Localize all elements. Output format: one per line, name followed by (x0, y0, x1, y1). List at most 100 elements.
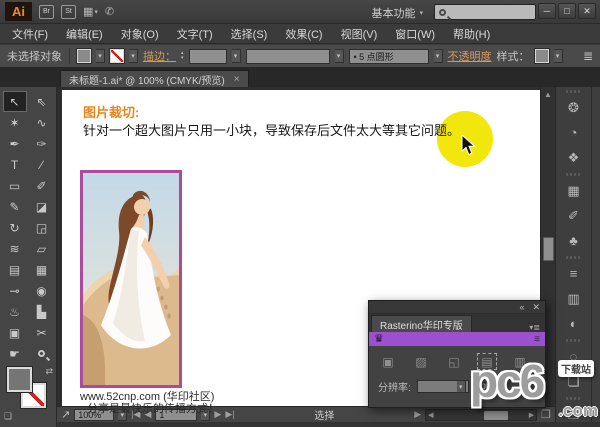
pencil-tool[interactable]: ✎ (3, 196, 27, 217)
share-icon[interactable]: ✆ (105, 5, 114, 18)
eyedropper-tool[interactable]: ⊸ (3, 280, 27, 301)
menu-edit[interactable]: 编辑(E) (57, 25, 112, 43)
color-guide-icon[interactable]: ❖ (559, 145, 589, 170)
minimize-button[interactable]: ─ (538, 3, 556, 19)
trim-image-icon[interactable]: ▥ (510, 353, 530, 370)
last-artboard-icon[interactable]: ▶| (225, 409, 234, 420)
pen-tool[interactable]: ✒ (3, 133, 27, 154)
width-profile-dropdown[interactable]: ▾ (335, 49, 344, 63)
lasso-tool[interactable]: ∿ (30, 112, 54, 133)
step-down-icon[interactable]: ▾ (181, 56, 184, 61)
hand-tool[interactable]: ☛ (3, 343, 27, 364)
brushes-icon[interactable]: ✐ (559, 203, 589, 228)
menu-object[interactable]: 对象(O) (112, 25, 168, 43)
brush-definition-dropdown[interactable]: ▾ (434, 49, 443, 63)
dock-grip-handle[interactable] (566, 90, 582, 93)
search-box[interactable] (434, 4, 536, 20)
horizontal-scrollbar[interactable]: ◀ ▶ (425, 409, 537, 421)
menu-select[interactable]: 选择(S) (222, 25, 277, 43)
stroke-color-swatch[interactable] (110, 49, 124, 63)
scroll-right-icon[interactable]: ▶ (529, 411, 534, 419)
stock-icon[interactable]: St (61, 5, 76, 19)
maximize-button[interactable]: □ (558, 3, 576, 19)
swap-fill-stroke-icon[interactable]: ⇄ (45, 366, 53, 377)
artboard-tool[interactable]: ▣ (3, 322, 27, 343)
menu-help[interactable]: 帮助(H) (444, 25, 499, 43)
workspace-switcher[interactable]: 基本功能 ▾ (366, 4, 428, 22)
menu-effect[interactable]: 效果(C) (276, 25, 331, 43)
embed-image-icon[interactable]: ▣ (378, 353, 398, 370)
document-tab[interactable]: 未标题-1.ai* @ 100% (CMYK/预览) × (60, 70, 249, 87)
gradient-icon[interactable]: ▥ (559, 286, 589, 311)
stroke-icon[interactable]: ≡ (559, 261, 589, 286)
column-graph-tool[interactable]: ▙ (30, 301, 54, 322)
perspective-grid-tool[interactable]: ▤ (3, 259, 27, 280)
close-button[interactable]: ✕ (578, 3, 596, 19)
menu-file[interactable]: 文件(F) (3, 25, 57, 43)
menu-view[interactable]: 视图(V) (332, 25, 387, 43)
default-fill-stroke-icon[interactable]: ❏ (4, 411, 12, 422)
width-profile-field[interactable] (246, 49, 330, 64)
zoom-tool[interactable] (30, 343, 54, 364)
panel-menu-icon[interactable]: ▾≣ (529, 323, 545, 332)
scale-tool[interactable]: ◲ (30, 217, 54, 238)
dock-grip-handle[interactable] (566, 339, 582, 342)
bridge-icon[interactable]: Br (39, 5, 54, 19)
dock-grip-handle[interactable] (566, 173, 582, 176)
curvature-pen-tool[interactable]: ✑ (30, 133, 54, 154)
stroke-color-dropdown[interactable]: ▾ (129, 49, 138, 63)
appearance-icon[interactable]: ◌ (559, 344, 589, 369)
line-tool[interactable]: ∕ (30, 154, 54, 175)
rotate-tool[interactable]: ↻ (3, 217, 27, 238)
close-tab-icon[interactable]: × (234, 74, 240, 85)
close-panel-icon[interactable]: ✕ (532, 302, 540, 313)
stroke-panel-link[interactable]: 描边： (143, 48, 176, 64)
control-panel-menu-icon[interactable]: ≣ (583, 49, 593, 63)
transparency-icon[interactable]: ◐ (559, 311, 589, 336)
magic-wand-tool[interactable]: ✶ (3, 112, 27, 133)
stroke-weight-stepper[interactable]: ▴ ▾ (181, 51, 184, 61)
fill-color-dropdown[interactable]: ▾ (96, 49, 105, 63)
opacity-panel-link[interactable]: 不透明度 (448, 48, 492, 64)
fill-swatch[interactable] (7, 367, 32, 392)
placed-photo[interactable] (80, 170, 182, 388)
blend-tool[interactable]: ◉ (30, 280, 54, 301)
style-swatch[interactable] (535, 49, 549, 63)
hamburger-menu-icon[interactable]: ≡ (534, 334, 540, 345)
dock-grip-handle[interactable] (566, 256, 582, 259)
eraser-tool[interactable]: ◪ (30, 196, 54, 217)
graphic-styles-icon[interactable]: ❏ (559, 369, 589, 394)
paintbrush-tool[interactable]: ✐ (30, 175, 54, 196)
symbols-icon[interactable]: ♣ (559, 228, 589, 253)
edit-image-icon[interactable]: ▨ (411, 353, 431, 370)
panel-tab-rasterino[interactable]: Rasterino华印专版 (371, 315, 472, 332)
collapse-panel-icon[interactable]: « (519, 302, 524, 312)
brush-definition-field[interactable]: • 5 点圆形 (349, 49, 429, 64)
search-input[interactable] (449, 7, 531, 18)
free-transform-tool[interactable]: ▱ (30, 238, 54, 259)
color-panel-icon[interactable]: ❂ (559, 95, 589, 120)
symbol-sprayer-tool[interactable]: ♨ (3, 301, 27, 322)
stroke-weight-dropdown[interactable]: ▾ (232, 49, 241, 63)
export-icon[interactable]: ↗ (61, 408, 70, 421)
slice-tool[interactable]: ✂ (30, 322, 54, 343)
width-tool[interactable]: ≋ (3, 238, 27, 259)
resolution-dropdown[interactable]: ▾ (417, 380, 469, 393)
rectangle-tool[interactable]: ▭ (3, 175, 27, 196)
mesh-tool[interactable]: ▦ (30, 259, 54, 280)
direct-selection-tool[interactable]: ⇖ (30, 91, 54, 112)
swatches-icon[interactable]: ▦ (559, 178, 589, 203)
crop-image-icon[interactable]: ▤ (477, 353, 497, 370)
menu-window[interactable]: 窗口(W) (386, 25, 444, 43)
status-expand-icon[interactable]: ▶ (414, 409, 421, 420)
scroll-up-icon[interactable]: ▲ (541, 87, 555, 99)
menu-type[interactable]: 文字(T) (168, 25, 222, 43)
type-tool[interactable]: T (3, 154, 27, 175)
gradient-wedge-icon[interactable]: ◔ (559, 120, 589, 145)
relink-image-icon[interactable]: ◱ (444, 353, 464, 370)
vertical-scroll-thumb[interactable] (543, 237, 554, 261)
horizontal-scroll-thumb[interactable] (484, 411, 508, 420)
style-dropdown[interactable]: ▾ (554, 49, 563, 63)
arrange-documents-button[interactable]: ▦ ▾ (83, 5, 98, 18)
stroke-weight-field[interactable] (189, 49, 227, 64)
